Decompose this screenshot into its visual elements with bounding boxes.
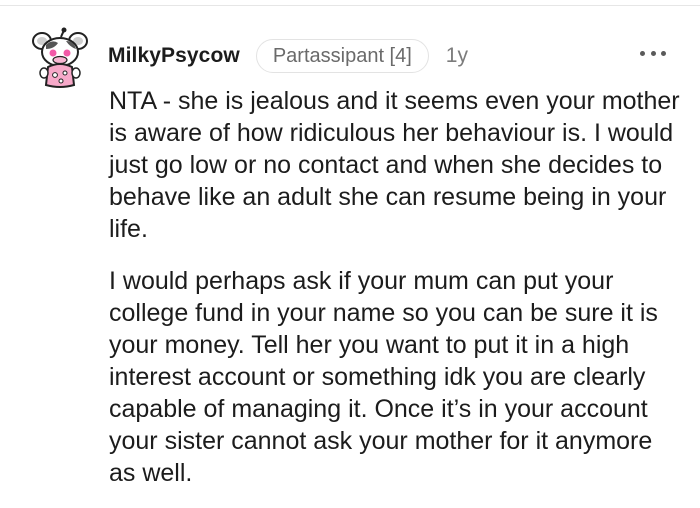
user-avatar[interactable] <box>30 27 90 89</box>
user-flair-badge: Partassipant [4] <box>255 39 429 73</box>
comment-timestamp: 1y <box>445 44 468 67</box>
comment-paragraph: I would perhaps ask if your mum can put … <box>109 267 658 487</box>
username-link[interactable]: MilkyPsycow <box>108 44 240 68</box>
more-horizontal-icon-dot <box>661 50 666 56</box>
more-options-button[interactable] <box>640 47 666 59</box>
more-horizontal-icon-dot <box>650 50 656 56</box>
comment-paragraph: NTA - she is jealous and it seems even y… <box>109 87 680 243</box>
comment-header: MilkyPsycow Partassipant [4] 1y <box>108 38 468 74</box>
more-horizontal-icon-dot <box>640 50 645 56</box>
comment-body: NTA - she is jealous and it seems even y… <box>109 85 684 489</box>
comment: MilkyPsycow Partassipant [4] 1y NTA - sh… <box>0 0 700 508</box>
cow-snoo-avatar-icon <box>32 27 88 88</box>
